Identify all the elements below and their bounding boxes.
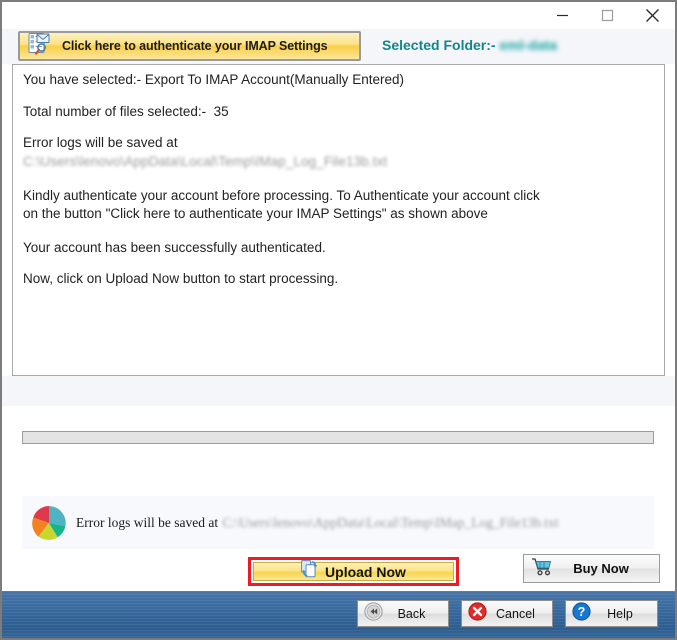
selected-folder: Selected Folder:- eml-data — [382, 37, 557, 53]
authenticate-imap-button[interactable]: Click here to authenticate your IMAP Set… — [18, 31, 361, 61]
upload-now-button-inner: Upload Now — [253, 560, 454, 583]
imap-settings-icon — [28, 33, 50, 59]
upload-progress-bar — [22, 431, 654, 444]
selected-folder-value: eml-data — [499, 37, 558, 53]
pie-chart-icon — [22, 503, 76, 543]
status-line-authenticated: Your account has been successfully authe… — [23, 239, 326, 255]
error-log-title: Error logs will be saved at — [76, 514, 219, 530]
help-button[interactable]: ? Help — [565, 600, 658, 627]
upload-now-label: Upload Now — [325, 563, 406, 580]
rewind-icon — [364, 601, 383, 626]
maximize-button[interactable] — [585, 2, 630, 29]
selected-folder-label: Selected Folder:- — [382, 37, 496, 53]
status-line-log-path: C:\Users\lenovo\AppData\Local\Temp\IMap_… — [23, 153, 388, 169]
minimize-icon — [556, 9, 569, 22]
authenticate-imap-label: Click here to authenticate your IMAP Set… — [62, 39, 328, 53]
cancel-button[interactable]: Cancel — [461, 600, 553, 627]
error-log-path: C:\Users\lenovo\AppData\Local\Temp\IMap_… — [222, 514, 559, 530]
status-line-kindly-authenticate: Kindly authenticate your account before … — [23, 187, 540, 221]
close-icon — [645, 8, 660, 23]
footer-bar: Back Cancel ? Help — [2, 591, 675, 638]
panel-divider — [2, 376, 675, 406]
status-log-panel: You have selected:- Export To IMAP Accou… — [12, 64, 665, 376]
buy-now-button[interactable]: Buy Now — [523, 554, 660, 583]
maximize-icon — [601, 9, 614, 22]
application-window: Click here to authenticate your IMAP Set… — [0, 0, 677, 640]
buy-now-label: Buy Now — [573, 561, 629, 576]
svg-text:?: ? — [578, 605, 586, 619]
status-line-total-files: Total number of files selected:- 35 — [23, 103, 229, 119]
upload-now-button[interactable]: Upload Now — [248, 557, 459, 586]
error-log-info-box: Error logs will be saved at C:\Users\len… — [22, 496, 654, 549]
title-bar — [2, 2, 675, 29]
upload-copy-icon — [301, 560, 318, 583]
shopping-cart-icon — [531, 557, 553, 581]
error-x-icon — [468, 601, 487, 626]
status-line-error-logs: Error logs will be saved at — [23, 135, 178, 150]
question-mark-icon: ? — [572, 601, 591, 626]
cancel-label: Cancel — [496, 606, 535, 621]
error-log-text: Error logs will be saved at C:\Users\len… — [76, 514, 559, 532]
close-button[interactable] — [630, 2, 675, 29]
minimize-button[interactable] — [540, 2, 585, 29]
status-line-now-click: Now, click on Upload Now button to start… — [23, 271, 339, 287]
back-button[interactable]: Back — [357, 600, 449, 627]
status-line-selection: You have selected:- Export To IMAP Accou… — [23, 72, 404, 87]
help-label: Help — [607, 606, 633, 621]
auth-toolbar: Click here to authenticate your IMAP Set… — [2, 29, 675, 64]
back-label: Back — [397, 606, 426, 621]
